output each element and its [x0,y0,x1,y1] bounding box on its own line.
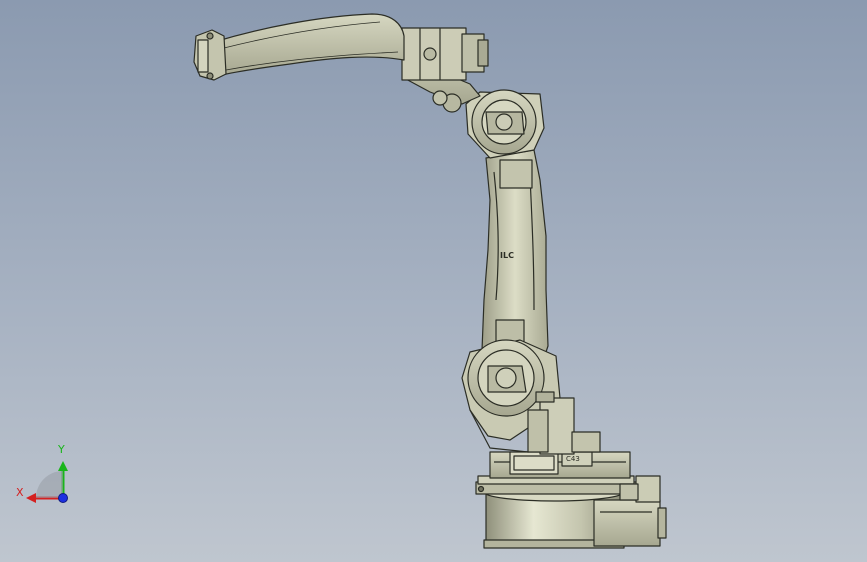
triad-y-label: Y [58,443,65,456]
triad-plane-shading [36,471,63,498]
triad-x-label: X [16,486,24,499]
3d-graphics-viewport[interactable]: ILC C43 X Y [0,0,867,562]
coordinate-triad [26,461,68,503]
triad-z-axis [58,493,68,503]
